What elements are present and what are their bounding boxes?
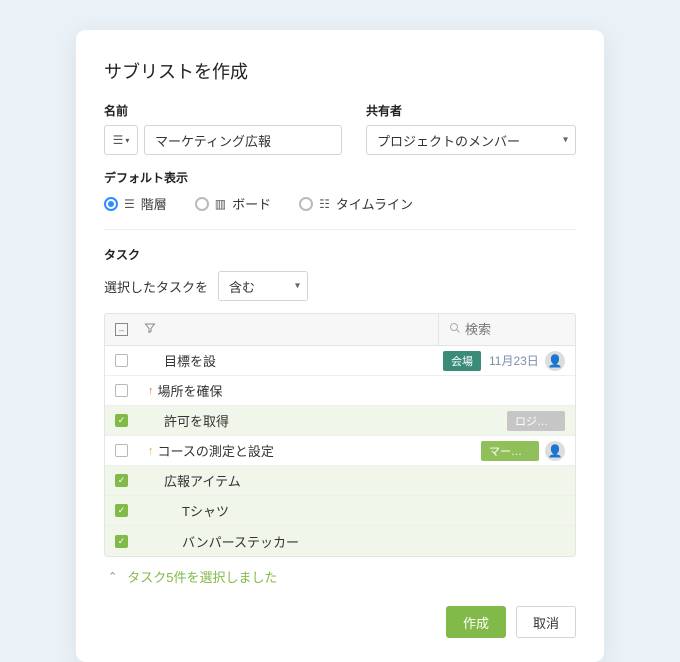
- row-checkbox[interactable]: ✓: [115, 504, 128, 517]
- sharer-select[interactable]: プロジェクトのメンバー: [366, 125, 576, 155]
- table-row[interactable]: ↑ 場所を確保: [105, 376, 575, 406]
- row-checkbox[interactable]: [115, 354, 128, 367]
- row-checkbox[interactable]: ✓: [115, 474, 128, 487]
- task-name-text: バンパーステッカー: [182, 532, 299, 551]
- avatar: 👤: [545, 441, 565, 461]
- radio-checked-icon: [104, 197, 118, 211]
- view-option-timeline[interactable]: ☷ タイムライン: [299, 194, 413, 213]
- task-name-text: 目標を設: [164, 351, 216, 370]
- priority-arrow-icon: ↑: [148, 445, 154, 457]
- task-name-text: コースの測定と設定: [158, 441, 274, 460]
- task-name: ↑コースの測定と設定: [164, 441, 471, 460]
- task-name-text: 場所を確保: [158, 381, 223, 400]
- include-prefix: 選択したタスクを: [104, 277, 208, 296]
- task-table: – 目標を設会場11月23日👤↑場所を確保✓許可を取得ロジス…↑コースの測定と設…: [104, 313, 576, 557]
- view-label: 階層: [141, 194, 167, 213]
- radio-unchecked-icon: [195, 197, 209, 211]
- name-label: 名前: [104, 102, 342, 119]
- selection-summary: タスク5件を選択しました: [127, 567, 277, 586]
- include-value: 含む: [229, 277, 255, 296]
- view-option-hierarchy[interactable]: ☰ 階層: [104, 194, 167, 213]
- search-icon: [449, 322, 461, 337]
- task-name: 広報アイテム: [164, 471, 555, 490]
- default-view-label: デフォルト表示: [104, 169, 576, 186]
- create-sublist-modal: サブリストを作成 名前 ☰ ▾ 共有者 プロジェクトのメンバー ▾ デフォルト表…: [76, 30, 604, 662]
- row-checkbox[interactable]: [115, 444, 128, 457]
- task-tag: ロジス…: [507, 411, 565, 431]
- view-option-board[interactable]: ▥ ボード: [195, 194, 271, 213]
- list-icon: ☰: [113, 133, 124, 147]
- search-input[interactable]: [465, 322, 565, 337]
- radio-unchecked-icon: [299, 197, 313, 211]
- table-header: –: [105, 314, 575, 346]
- table-row[interactable]: 目標を設 会場 11月23日 👤: [105, 346, 575, 376]
- table-row[interactable]: ↑コースの測定と設定マーケ…👤: [105, 436, 575, 466]
- hierarchy-icon: ☰: [124, 197, 135, 211]
- task-name: 目標を設: [164, 351, 433, 370]
- name-icon-picker[interactable]: ☰ ▾: [104, 125, 138, 155]
- task-name-text: 許可を取得: [164, 411, 229, 430]
- table-row[interactable]: ✓ 広報アイテム: [105, 466, 575, 496]
- row-checkbox[interactable]: ✓: [115, 535, 128, 548]
- collapse-all-toggle[interactable]: –: [115, 323, 128, 336]
- task-date: 11月23日: [489, 352, 539, 369]
- timeline-icon: ☷: [319, 197, 330, 211]
- task-name: Tシャツ: [182, 501, 555, 520]
- name-input[interactable]: [144, 125, 342, 155]
- summary-collapse-toggle[interactable]: ⌃: [108, 570, 117, 583]
- include-select[interactable]: 含む: [218, 271, 308, 301]
- create-button[interactable]: 作成: [446, 606, 506, 638]
- tasks-label: タスク: [104, 246, 576, 263]
- table-row[interactable]: ✓ バンパーステッカー: [105, 526, 575, 556]
- row-checkbox[interactable]: ✓: [115, 414, 128, 427]
- cancel-button[interactable]: 取消: [516, 606, 576, 638]
- task-name-text: 広報アイテム: [164, 471, 241, 490]
- task-tag: 会場: [443, 351, 481, 371]
- modal-title: サブリストを作成: [104, 58, 576, 84]
- sharer-label: 共有者: [366, 102, 576, 119]
- sharer-value: プロジェクトのメンバー: [377, 131, 520, 150]
- priority-arrow-icon: ↑: [148, 385, 154, 397]
- board-icon: ▥: [215, 197, 226, 211]
- task-name: ↑場所を確保: [164, 381, 555, 400]
- avatar: 👤: [545, 351, 565, 371]
- view-label: タイムライン: [336, 194, 413, 213]
- table-row[interactable]: ✓ Tシャツ: [105, 496, 575, 526]
- view-label: ボード: [232, 194, 271, 213]
- row-checkbox[interactable]: [115, 384, 128, 397]
- task-name: 許可を取得: [164, 411, 497, 430]
- chevron-down-icon: ▾: [125, 136, 129, 145]
- task-tag: マーケ…: [481, 441, 539, 461]
- table-row[interactable]: ✓ 許可を取得 ロジス…: [105, 406, 575, 436]
- filter-icon[interactable]: [144, 322, 156, 337]
- task-name-text: Tシャツ: [182, 501, 229, 520]
- task-name: バンパーステッカー: [182, 532, 555, 551]
